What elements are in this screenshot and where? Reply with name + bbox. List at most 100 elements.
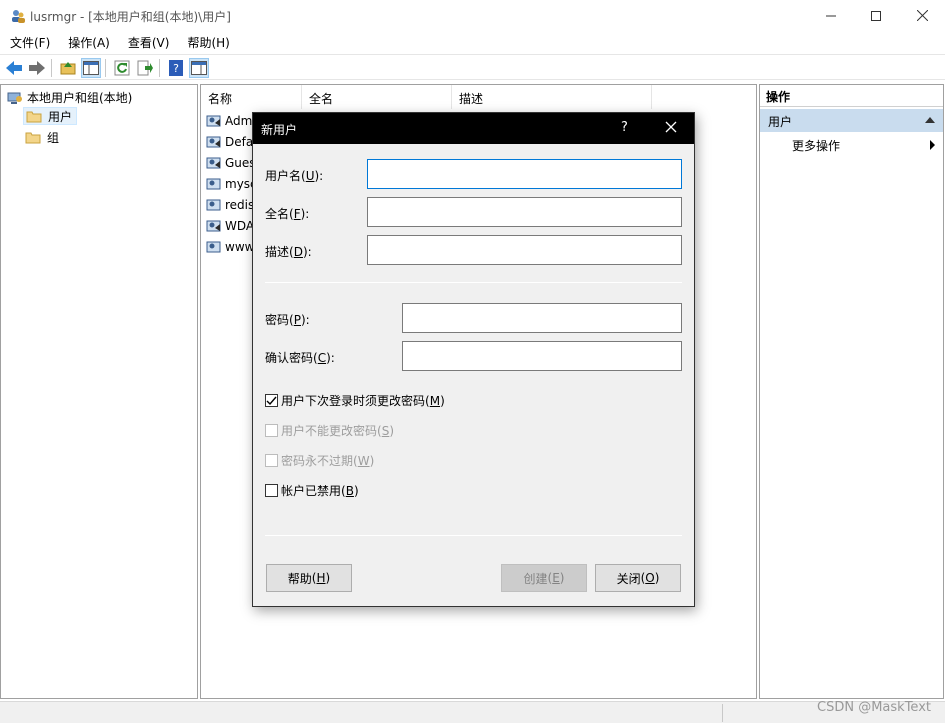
more-actions-item[interactable]: 更多操作 — [792, 137, 840, 154]
user-account-icon — [206, 136, 221, 148]
help-toolbar-button[interactable]: ? — [166, 58, 186, 78]
minimize-button[interactable] — [808, 0, 854, 31]
list-item[interactable]: WDA — [206, 216, 254, 236]
user-account-icon — [206, 220, 221, 232]
cannot-change-password-checkbox[interactable]: 用户不能更改密码(S) — [265, 422, 394, 439]
list-item-label: WDA — [225, 219, 255, 233]
checkmark-icon — [266, 396, 277, 406]
checkbox-label: 用户不能更改密码(S) — [281, 424, 395, 438]
column-header-fullname[interactable]: 全名 — [302, 85, 452, 109]
toolbar-separator — [159, 59, 160, 77]
user-account-icon — [206, 178, 221, 190]
tree-root-label: 本地用户和组(本地) — [27, 91, 133, 105]
tree-item-groups[interactable]: 组 — [23, 128, 63, 146]
column-header-description[interactable]: 描述 — [452, 85, 652, 109]
confirm-password-field[interactable] — [402, 341, 682, 371]
tree-root-node[interactable]: 本地用户和组(本地) — [7, 89, 132, 106]
password-label: 密码(P): — [265, 313, 310, 327]
console-tree-icon — [83, 61, 99, 75]
tree-item-users[interactable]: 用户 — [23, 107, 78, 125]
forward-arrow-icon — [29, 61, 45, 75]
list-item-label: redis — [225, 198, 255, 212]
column-header-name[interactable]: 名称 — [201, 85, 302, 109]
dialog-title-bar: 新用户 ? — [253, 113, 694, 144]
checkbox-box — [265, 484, 278, 497]
export-icon — [137, 60, 153, 76]
toolbar-separator — [51, 59, 52, 77]
list-item[interactable]: Defa — [206, 132, 253, 152]
toolbar: ? — [0, 54, 945, 80]
list-item[interactable]: Gues — [206, 153, 256, 173]
console-tree: 本地用户和组(本地) 用户 组 — [0, 84, 198, 699]
status-bar — [0, 701, 945, 723]
folder-icon — [26, 111, 42, 123]
show-hide-action-pane-button[interactable] — [189, 58, 209, 78]
checkbox-box — [265, 454, 278, 467]
must-change-password-checkbox[interactable]: 用户下次登录时须更改密码(M) — [265, 392, 445, 409]
action-pane-icon — [191, 61, 207, 75]
list-item[interactable]: mysc — [206, 174, 257, 194]
fullname-field[interactable] — [367, 197, 682, 227]
new-user-dialog: 新用户 ? 用户名(U): 全名(F): 描述(D): 密码(P): 确认密码(… — [252, 112, 695, 607]
back-button[interactable] — [4, 58, 24, 78]
close-icon — [916, 10, 928, 21]
account-disabled-checkbox[interactable]: 帐户已禁用(B) — [265, 482, 359, 499]
list-item-label: Defa — [225, 135, 254, 149]
svg-text:?: ? — [173, 62, 179, 75]
computer-users-icon — [7, 92, 22, 104]
action-group-users[interactable]: 用户 — [760, 109, 943, 132]
checkbox-label: 用户下次登录时须更改密码(M) — [281, 394, 445, 408]
users-app-icon — [12, 10, 25, 23]
fullname-label: 全名(F): — [265, 207, 310, 221]
close-window-button[interactable] — [899, 0, 945, 31]
close-button[interactable]: 关闭(O) — [595, 564, 681, 592]
user-account-icon — [206, 199, 221, 211]
up-one-level-button[interactable] — [58, 58, 78, 78]
menu-help[interactable]: 帮助(H) — [177, 31, 235, 53]
password-field[interactable] — [402, 303, 682, 333]
menu-file[interactable]: 文件(F) — [0, 31, 56, 53]
action-pane: 操作 用户 更多操作 — [759, 84, 944, 699]
create-button[interactable]: 创建(E) — [501, 564, 587, 592]
folder-up-icon — [60, 62, 76, 75]
menu-view[interactable]: 查看(V) — [118, 31, 176, 53]
maximize-icon — [871, 10, 881, 21]
list-item[interactable]: Adm — [206, 111, 252, 131]
menu-action[interactable]: 操作(A) — [58, 31, 116, 53]
minimize-icon — [826, 15, 836, 16]
password-never-expires-checkbox[interactable]: 密码永不过期(W) — [265, 452, 374, 469]
divider — [265, 282, 682, 283]
submenu-arrow-icon — [930, 140, 935, 150]
list-item-label: Gues — [225, 156, 256, 170]
username-field[interactable] — [367, 159, 682, 189]
list-item-label: www — [225, 240, 255, 254]
forward-button[interactable] — [27, 58, 47, 78]
collapse-caret-icon — [925, 117, 935, 123]
help-book-icon: ? — [169, 60, 183, 76]
folder-icon — [25, 132, 41, 144]
list-item[interactable]: www — [206, 237, 254, 257]
show-hide-tree-button[interactable] — [81, 58, 101, 78]
export-list-button[interactable] — [135, 58, 155, 78]
watermark: CSDN @MaskText — [817, 700, 931, 715]
action-pane-title: 操作 — [760, 85, 943, 107]
user-account-icon — [206, 241, 221, 253]
maximize-button[interactable] — [853, 0, 899, 31]
refresh-icon — [114, 60, 130, 76]
refresh-button[interactable] — [112, 58, 132, 78]
list-item[interactable]: redis — [206, 195, 254, 215]
checkbox-box — [265, 424, 278, 437]
menu-bar: 文件(F) 操作(A) 查看(V) 帮助(H) — [0, 31, 945, 53]
description-field[interactable] — [367, 235, 682, 265]
toolbar-separator — [105, 59, 106, 77]
dialog-close-icon[interactable] — [663, 119, 679, 135]
description-label: 描述(D): — [265, 245, 312, 259]
tree-item-label: 组 — [47, 130, 60, 145]
user-account-icon — [206, 157, 221, 169]
tree-item-label: 用户 — [48, 109, 73, 124]
status-separator — [722, 704, 723, 722]
dialog-help-button[interactable]: ? — [621, 120, 628, 135]
action-group-label: 用户 — [768, 115, 793, 129]
checkbox-label: 帐户已禁用(B) — [281, 484, 359, 498]
help-button[interactable]: 帮助(H) — [266, 564, 352, 592]
